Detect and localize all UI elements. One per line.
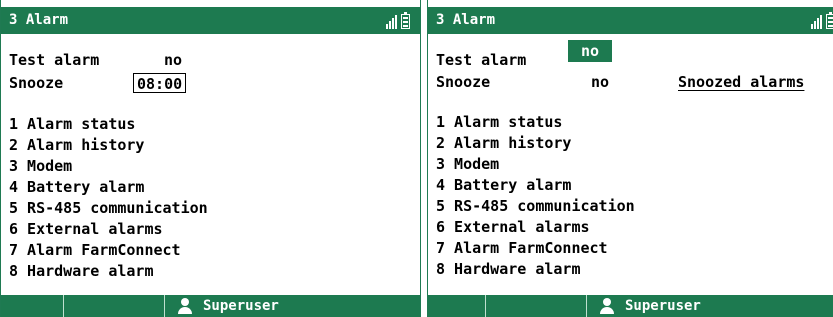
status-icons [811,12,833,29]
alarm-menu: 1 Alarm status 2 Alarm history 3 Modem 4… [9,114,208,282]
menu-item-hardware-alarm[interactable]: 8 Hardware alarm [9,261,208,282]
menu-item-alarm-farmconnect[interactable]: 7 Alarm FarmConnect [9,240,208,261]
menu-item-alarm-history[interactable]: 2 Alarm history [436,133,635,154]
menu-item-alarm-farmconnect[interactable]: 7 Alarm FarmConnect [436,238,635,259]
footer-divider [586,295,587,317]
alarm-screen-right: 3 Alarm Test alarm no Snooze no Snoozed … [427,0,833,317]
test-alarm-label: Test alarm [9,51,100,69]
test-alarm-value-selected[interactable]: no [568,40,612,62]
user-role-label: Superuser [625,298,701,314]
signal-strength-icon [811,14,822,29]
snoozed-alarms-link[interactable]: Snoozed alarms [678,72,804,92]
title-bar: 3 Alarm [1,7,420,34]
menu-item-battery-alarm[interactable]: 4 Battery alarm [436,175,635,196]
footer-divider [164,295,165,317]
snooze-label: Snooze [9,74,64,92]
footer-divider [63,295,64,317]
test-alarm-value[interactable]: no [164,50,182,70]
signal-strength-icon [386,14,397,29]
footer-bar: Superuser [1,295,420,317]
menu-item-external-alarms[interactable]: 6 External alarms [436,217,635,238]
status-icons [386,12,410,29]
menu-item-rs485-communication[interactable]: 5 RS-485 communication [436,196,635,217]
menu-item-battery-alarm[interactable]: 4 Battery alarm [9,177,208,198]
test-alarm-label: Test alarm [436,51,527,69]
page-title: 3 Alarm [436,12,496,28]
user-icon [177,298,193,314]
snooze-time-field[interactable]: 08:00 [133,73,187,93]
menu-item-external-alarms[interactable]: 6 External alarms [9,219,208,240]
menu-item-alarm-status[interactable]: 1 Alarm status [9,114,208,135]
battery-icon [401,12,410,29]
user-indicator[interactable]: Superuser [177,296,279,316]
menu-item-modem[interactable]: 3 Modem [9,156,208,177]
alarm-screen-left: 3 Alarm Test alarm no Snooze 08:00 1 Ala… [0,0,421,317]
footer-divider [485,295,486,317]
battery-icon [826,12,833,29]
menu-item-alarm-status[interactable]: 1 Alarm status [436,112,635,133]
title-bar: 3 Alarm [428,7,833,34]
menu-item-modem[interactable]: 3 Modem [436,154,635,175]
user-role-label: Superuser [203,298,279,314]
menu-item-rs485-communication[interactable]: 5 RS-485 communication [9,198,208,219]
user-icon [599,298,615,314]
snooze-value[interactable]: no [591,72,609,92]
menu-item-alarm-history[interactable]: 2 Alarm history [9,135,208,156]
alarm-menu: 1 Alarm status 2 Alarm history 3 Modem 4… [436,112,635,280]
page-title: 3 Alarm [9,12,69,28]
menu-item-hardware-alarm[interactable]: 8 Hardware alarm [436,259,635,280]
footer-bar: Superuser [428,295,833,317]
snooze-label: Snooze [436,73,491,91]
user-indicator[interactable]: Superuser [599,296,701,316]
